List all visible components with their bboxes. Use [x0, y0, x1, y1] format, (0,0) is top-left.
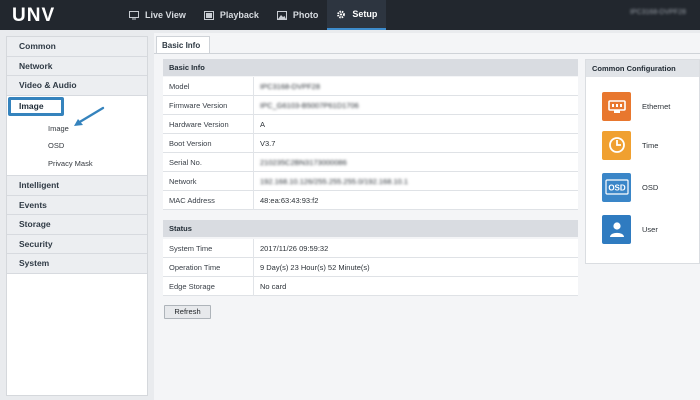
top-bar: UNV Live View Playback Photo Setup IPC31… [0, 0, 700, 30]
table-row: Firmware Version IPC_G6103-B5007P61D1706 [163, 95, 578, 115]
common-configuration-panel: Common Configuration Ethernet Time OSD O… [585, 59, 700, 264]
table-row: MAC Address 48:ea:63:43:93:f2 [163, 190, 578, 210]
row-key: Boot Version [163, 133, 254, 153]
row-value: IPC_G6103-B5007P61D1706 [260, 100, 359, 110]
row-key: Firmware Version [163, 95, 254, 115]
row-key: Model [163, 76, 254, 96]
table-row: System Time 2017/11/26 09:59:32 [163, 238, 578, 258]
monitor-icon [129, 10, 139, 19]
basic-info-header: Basic Info [163, 59, 578, 76]
cc-item-time[interactable]: Time [602, 130, 658, 160]
cc-label: Ethernet [642, 101, 671, 111]
osd-icon: OSD [602, 172, 631, 202]
nav-label: Photo [292, 10, 319, 20]
svg-text:OSD: OSD [608, 184, 626, 193]
cc-item-osd[interactable]: OSD OSD [602, 172, 658, 202]
row-key: Edge Storage [163, 276, 254, 296]
refresh-button[interactable]: Refresh [164, 305, 211, 319]
row-key: Serial No. [163, 152, 254, 172]
table-row: Hardware Version A [163, 114, 578, 134]
sidebar-item-network[interactable]: Network [7, 56, 147, 76]
gear-icon [337, 10, 346, 18]
cc-label: Time [642, 140, 659, 150]
sidebar-item-common[interactable]: Common [7, 37, 147, 57]
sidebar-item-intelligent[interactable]: Intelligent [7, 176, 147, 196]
brand-logo: UNV [12, 5, 56, 26]
device-id: IPC3168-DVPF28 [629, 9, 686, 16]
common-configuration-header: Common Configuration [586, 60, 699, 77]
table-row: Boot Version V3.7 [163, 133, 578, 153]
row-value: A [260, 119, 266, 129]
row-value: 2017/11/26 09:59:32 [260, 243, 329, 253]
tab-basic-info[interactable]: Basic Info [156, 36, 210, 54]
sidebar-item-storage[interactable]: Storage [7, 215, 147, 235]
cc-label: OSD [642, 182, 659, 192]
row-value: No card [260, 281, 287, 291]
basic-info-table: Model IPC3168-DVPF28 Firmware Version IPC_… [163, 76, 578, 210]
tab-divider [154, 53, 700, 54]
film-icon [203, 10, 214, 20]
cc-label: User [642, 224, 658, 234]
row-key: Network [163, 171, 254, 191]
sidebar-item-security[interactable]: Security [7, 234, 147, 254]
table-row: Network 192.168.10.126/255.255.255.0/192.… [163, 171, 578, 191]
table-row: Serial No. 210235C2BN3173000086 [163, 152, 578, 172]
clock-icon [602, 130, 631, 160]
photo-icon [276, 10, 287, 20]
status-table: System Time 2017/11/26 09:59:32 Operation… [163, 238, 578, 296]
nav-live-view[interactable]: Live View [120, 0, 195, 30]
submenu-item-privacy-mask[interactable]: Privacy Mask [7, 155, 147, 173]
nav-playback[interactable]: Playback [195, 0, 268, 30]
sidebar-item-system[interactable]: System [7, 254, 147, 274]
annotation-arrow-icon [74, 106, 105, 126]
row-key: System Time [163, 238, 254, 258]
sidebar-item-events[interactable]: Events [7, 195, 147, 215]
nav-label: Live View [145, 10, 186, 20]
row-key: Hardware Version [163, 114, 254, 134]
main-panel: Basic Info Basic Info Model IPC3168-DVPF2… [154, 33, 700, 400]
nav-photo[interactable]: Photo [268, 0, 328, 30]
row-value: IPC3168-DVPF28 [260, 81, 321, 91]
table-row: Edge Storage No card [163, 276, 578, 296]
table-row: Model IPC3168-DVPF28 [163, 76, 578, 96]
table-row: Operation Time 9 Day(s) 23 Hour(s) 52 Min… [163, 257, 578, 277]
submenu-item-osd[interactable]: OSD [7, 137, 147, 155]
sidebar-item-video-audio[interactable]: Video & Audio [7, 76, 147, 96]
row-value: 210235C2BN3173000086 [260, 157, 347, 167]
row-value: 192.168.10.126/255.255.255.0/192.168.10.… [260, 176, 409, 186]
row-key: Operation Time [163, 257, 254, 277]
sidebar-item-image[interactable]: Image [8, 96, 64, 116]
settings-sidebar: Common Network Video & Audio Image Image… [6, 36, 148, 396]
main-nav: Live View Playback Photo Setup [120, 0, 387, 30]
row-value: 9 Day(s) 23 Hour(s) 52 Minute(s) [260, 262, 370, 272]
cc-item-user[interactable]: User [602, 214, 658, 244]
ethernet-icon [602, 91, 631, 121]
row-key: MAC Address [163, 190, 254, 210]
nav-setup[interactable]: Setup [327, 0, 387, 30]
row-value: V3.7 [260, 138, 276, 148]
user-icon [602, 214, 631, 244]
status-header: Status [163, 220, 578, 237]
row-value: 48:ea:63:43:93:f2 [260, 195, 319, 205]
cc-item-ethernet[interactable]: Ethernet [602, 91, 670, 121]
nav-label: Setup [352, 9, 378, 19]
nav-label: Playback [219, 10, 259, 20]
